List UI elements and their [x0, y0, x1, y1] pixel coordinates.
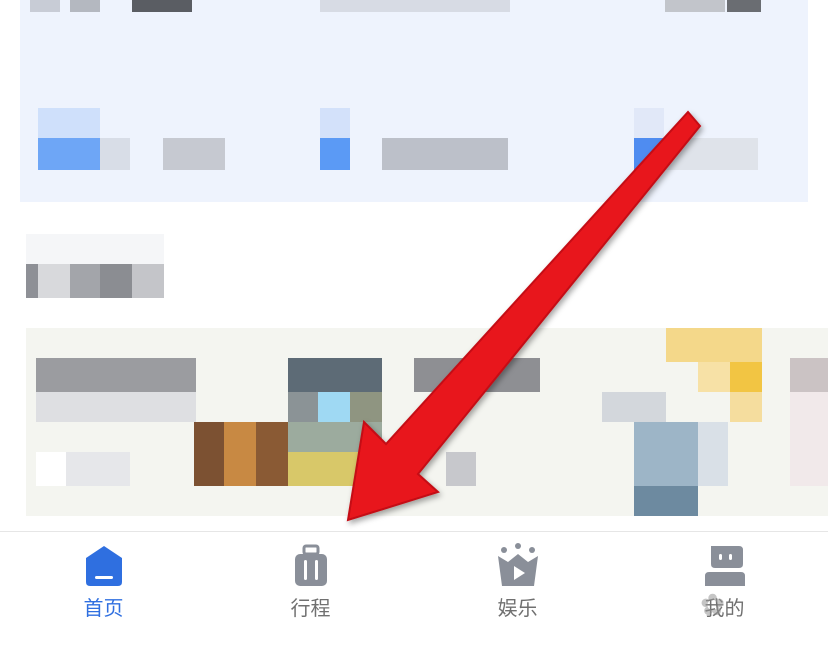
app-screen: 首页 行程 娱乐 我的 ✿ — [0, 0, 828, 662]
blurred-banner — [26, 328, 828, 516]
tv-crown-icon — [497, 543, 538, 586]
tab-trips[interactable]: 行程 — [207, 532, 414, 662]
tab-trips-label: 行程 — [290, 596, 331, 620]
blurred-top-card — [20, 0, 808, 202]
tab-entertainment[interactable]: 娱乐 — [414, 532, 621, 662]
blurred-section-title — [26, 234, 164, 298]
home-icon — [85, 546, 122, 586]
tab-home[interactable]: 首页 — [0, 532, 207, 662]
tab-home-label: 首页 — [83, 596, 124, 620]
suitcase-icon — [294, 544, 327, 586]
robot-avatar-icon — [704, 546, 745, 586]
tab-entertainment-label: 娱乐 — [497, 596, 538, 620]
watermark-glyph: ✿ — [700, 588, 726, 623]
